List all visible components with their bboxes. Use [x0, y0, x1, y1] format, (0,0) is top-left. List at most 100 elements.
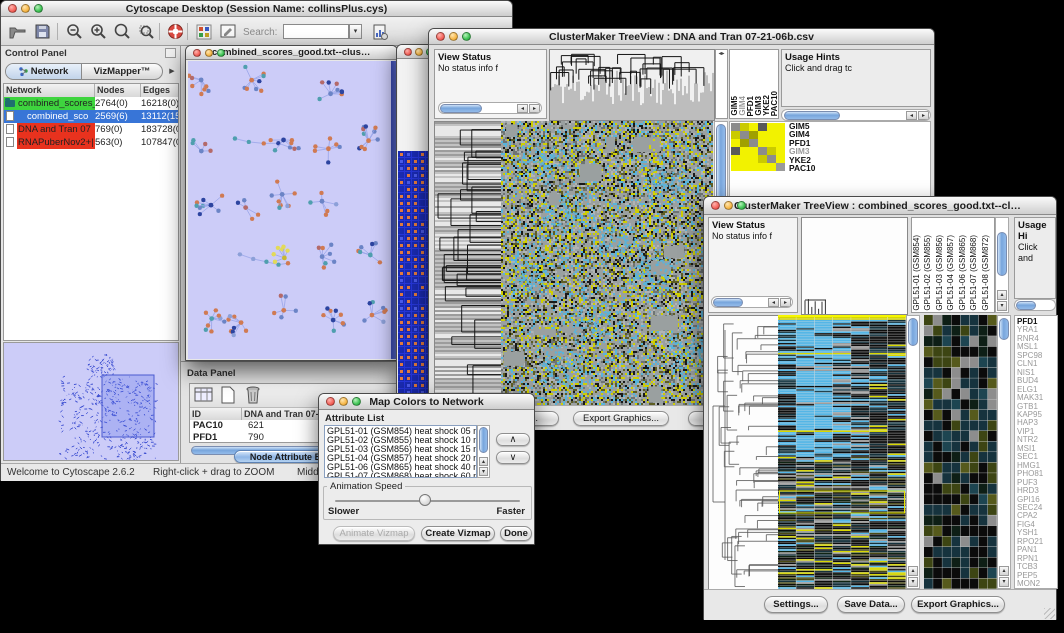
scrollbar-thumb[interactable]: [999, 318, 1009, 340]
tv2-row-dendrogram[interactable]: [708, 315, 780, 591]
scroll-down-arrow[interactable]: ▾: [999, 577, 1009, 587]
scrollbar-thumb[interactable]: [997, 232, 1007, 276]
tab-vizmapper[interactable]: VizMapper™: [82, 64, 162, 79]
move-down-button[interactable]: ∨: [496, 451, 530, 464]
close-button[interactable]: [8, 4, 17, 13]
tv2-column-dendrogram[interactable]: [801, 217, 908, 315]
close-button[interactable]: [326, 397, 335, 406]
scroll-up-arrow[interactable]: ▴: [479, 457, 488, 466]
column-header-edges[interactable]: Edges: [141, 84, 178, 97]
float-panel-icon[interactable]: [165, 48, 176, 58]
zoom-selected-icon[interactable]: [111, 21, 133, 42]
scroll-left-arrow[interactable]: ◂: [768, 298, 779, 307]
zoom-button[interactable]: [462, 32, 471, 41]
tv2-hints-scrollbar[interactable]: [1014, 299, 1056, 311]
scroll-left-arrow[interactable]: ◂: [517, 104, 528, 113]
speed-slider-thumb[interactable]: [419, 494, 431, 506]
column-header-network[interactable]: Network: [4, 84, 95, 97]
minimize-button[interactable]: [21, 4, 30, 13]
resize-grip[interactable]: [1044, 608, 1055, 619]
zoom-in-icon[interactable]: [87, 21, 109, 42]
search-input[interactable]: [283, 24, 349, 39]
zoom-fit-icon[interactable]: [135, 21, 157, 42]
scrollbar-thumb[interactable]: [479, 427, 488, 453]
zoom-button[interactable]: [217, 49, 225, 57]
tv1-splitter[interactable]: ◂▸: [715, 49, 728, 119]
close-button[interactable]: [193, 49, 201, 57]
scrollbar-thumb[interactable]: [908, 318, 918, 346]
annotation-icon[interactable]: [217, 21, 239, 42]
attribute-list-scrollbar[interactable]: ▴ ▾: [477, 425, 490, 478]
network-view-title-bar[interactable]: combined_scores_good.txt--cluste...: [186, 46, 397, 60]
minimize-button[interactable]: [205, 49, 213, 57]
tv1-zoom-matrix[interactable]: [731, 123, 785, 171]
minimize-button[interactable]: [339, 397, 348, 406]
scroll-up-arrow[interactable]: ▴: [999, 566, 1009, 576]
zoom-button[interactable]: [737, 201, 746, 210]
attribute-table-icon[interactable]: [194, 386, 214, 409]
scroll-left-arrow[interactable]: ◂: [906, 111, 917, 120]
network-list-row[interactable]: combined_scores_2764(0)16218(0): [4, 97, 178, 110]
tv1-column-dendrogram[interactable]: [549, 49, 715, 121]
new-attribute-icon[interactable]: [220, 386, 236, 409]
search-dropdown-arrow[interactable]: ▾: [349, 24, 362, 39]
export-graphics-button[interactable]: Export Graphics...: [573, 411, 669, 426]
tv2-heatmap[interactable]: [778, 315, 906, 589]
tab-network[interactable]: Network: [6, 64, 82, 79]
tv2-status-scrollbar[interactable]: ◂ ▸: [711, 296, 793, 308]
main-title-bar[interactable]: Cytoscape Desktop (Session Name: collins…: [1, 1, 512, 17]
save-session-icon[interactable]: [31, 21, 53, 42]
tv2-zoom-scrollbar[interactable]: ▴ ▾: [997, 315, 1011, 589]
treeview1-title-bar[interactable]: ClusterMaker TreeView : DNA and Tran 07-…: [429, 29, 934, 45]
network-grid-icon[interactable]: [193, 21, 215, 42]
scroll-down-arrow[interactable]: ▾: [479, 467, 488, 476]
create-vizmap-button[interactable]: Create Vizmap: [421, 526, 495, 541]
scrollbar-thumb[interactable]: [784, 111, 840, 120]
zoom-button[interactable]: [352, 397, 361, 406]
tv1-heatmap[interactable]: [501, 121, 713, 405]
open-file-icon[interactable]: [7, 21, 29, 42]
close-button[interactable]: [404, 48, 412, 56]
close-button[interactable]: [436, 32, 445, 41]
save-data-button[interactable]: Save Data...: [837, 596, 905, 613]
network-list-row[interactable]: combined_sco2569(6)13112(15): [4, 110, 178, 123]
column-header-nodes[interactable]: Nodes: [95, 84, 141, 97]
scrollbar-thumb[interactable]: [440, 104, 482, 113]
help-lifering-icon[interactable]: [164, 21, 186, 42]
network-overview-thumbnail[interactable]: [4, 343, 178, 460]
done-button[interactable]: Done: [500, 526, 532, 541]
dialog-title-bar[interactable]: Map Colors to Network: [319, 394, 534, 410]
tv2-zoom-matrix[interactable]: [924, 315, 997, 589]
scroll-down-arrow[interactable]: ▾: [908, 577, 918, 587]
network-canvas[interactable]: [188, 61, 391, 359]
zoom-out-icon[interactable]: [63, 21, 85, 42]
minimize-button[interactable]: [449, 32, 458, 41]
tv2-heatmap-scrollbar[interactable]: ▴ ▾: [906, 315, 920, 589]
animate-vizmap-button[interactable]: Animate Vizmap: [333, 526, 415, 541]
scroll-right-arrow[interactable]: ▸: [918, 111, 929, 120]
tv1-row-dendrogram[interactable]: [434, 121, 503, 407]
network-list-row[interactable]: DNA and Tran 07769(0)183728(0): [4, 123, 178, 136]
minimize-button[interactable]: [724, 201, 733, 210]
network-list-row[interactable]: RNAPuberNov2+|563(0)107847(0): [4, 136, 178, 149]
scrollbar-thumb[interactable]: [713, 298, 743, 307]
treeview2-title-bar[interactable]: ClusterMaker TreeView : combined_scores_…: [704, 197, 1056, 215]
grid-window-title-bar[interactable]: [397, 45, 429, 59]
document-report-icon[interactable]: [369, 21, 391, 42]
scroll-up-arrow[interactable]: ▴: [908, 566, 918, 576]
attribute-list-item[interactable]: GPL51-07 (GSM868) heat shock 60 min: [327, 472, 474, 478]
minimize-button[interactable]: [415, 48, 423, 56]
delete-attribute-icon[interactable]: [244, 385, 262, 410]
tv2-collabel-scrollbar[interactable]: ▴ ▾: [995, 217, 1009, 313]
close-button[interactable]: [711, 201, 720, 210]
tv1-hints-scrollbar[interactable]: ◂ ▸: [781, 109, 931, 121]
scrollbar-thumb[interactable]: [1016, 301, 1036, 310]
tab-overflow-arrow[interactable]: ▶: [166, 65, 178, 78]
export-graphics-button[interactable]: Export Graphics...: [911, 596, 1005, 613]
tv1-status-scrollbar[interactable]: ◂ ▸: [438, 102, 542, 114]
scroll-up-arrow[interactable]: ▴: [997, 290, 1007, 300]
zoom-button[interactable]: [34, 4, 43, 13]
network-overview-panel[interactable]: [3, 342, 179, 461]
scroll-right-arrow[interactable]: ▸: [780, 298, 791, 307]
scroll-right-arrow[interactable]: ▸: [529, 104, 540, 113]
